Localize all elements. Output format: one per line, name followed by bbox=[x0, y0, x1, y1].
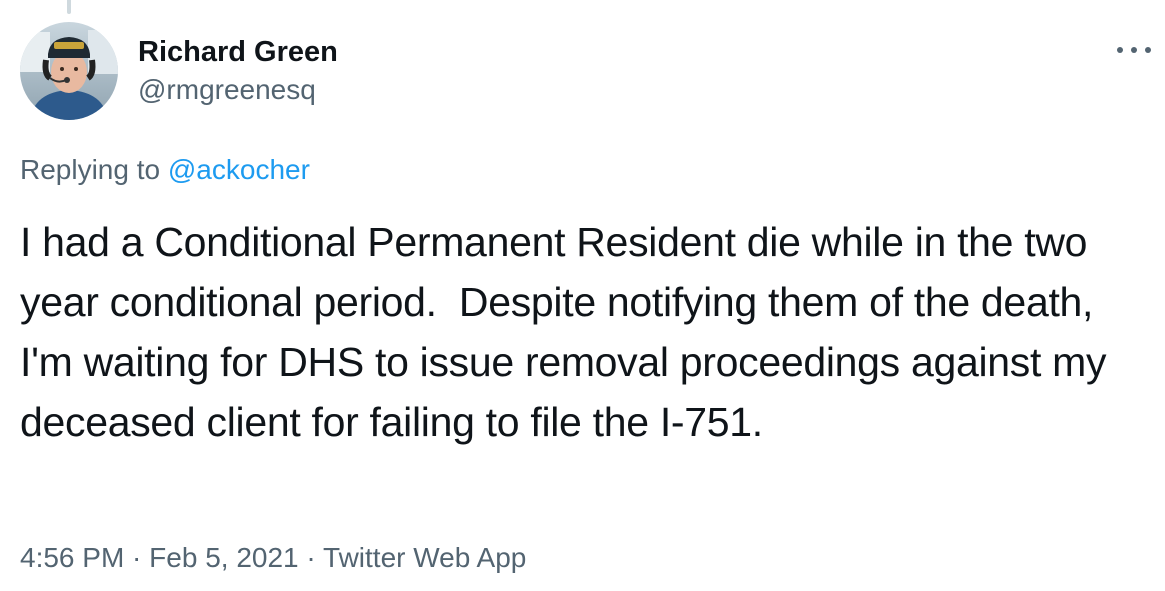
replying-to-line: Replying to @ackocher bbox=[20, 152, 310, 188]
tweet-metadata: 4:56 PM · Feb 5, 2021 · Twitter Web App bbox=[20, 540, 526, 576]
more-options-button[interactable] bbox=[1117, 38, 1151, 62]
tweet-date-link[interactable]: Feb 5, 2021 bbox=[149, 542, 298, 573]
more-horizontal-icon-dot bbox=[1131, 47, 1137, 53]
tweet-time-link[interactable]: 4:56 PM bbox=[20, 542, 124, 573]
thread-connector-line bbox=[67, 0, 71, 14]
author-handle[interactable]: @rmgreenesq bbox=[138, 73, 316, 107]
meta-separator: · bbox=[298, 542, 324, 573]
profile-photo-icon bbox=[20, 22, 118, 120]
author-display-name[interactable]: Richard Green bbox=[138, 34, 338, 70]
avatar[interactable] bbox=[20, 22, 118, 120]
tweet-text: I had a Conditional Permanent Resident d… bbox=[20, 219, 1118, 445]
meta-separator: · bbox=[124, 542, 150, 573]
replying-to-mention-link[interactable]: @ackocher bbox=[168, 154, 310, 185]
more-horizontal-icon-dot bbox=[1145, 47, 1151, 53]
tweet-source-link[interactable]: Twitter Web App bbox=[323, 542, 526, 573]
replying-to-label: Replying to bbox=[20, 154, 168, 185]
more-horizontal-icon-dot bbox=[1117, 47, 1123, 53]
